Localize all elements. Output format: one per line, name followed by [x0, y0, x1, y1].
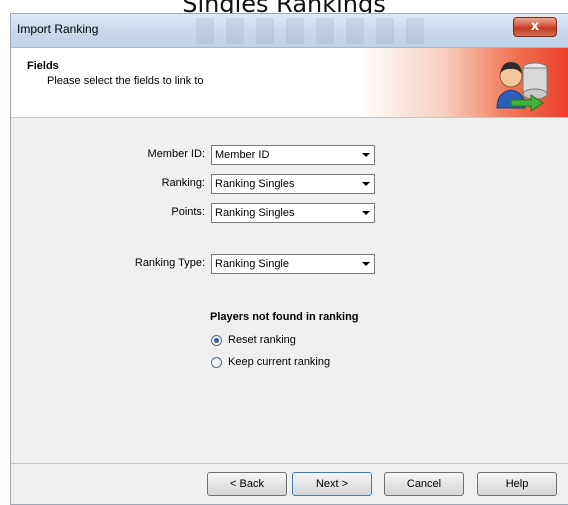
- ranking-value: Ranking Singles: [215, 178, 295, 190]
- close-icon: x: [530, 19, 540, 34]
- title-bar-background-ghost: [196, 18, 426, 44]
- reset-ranking-label: Reset ranking: [228, 334, 296, 346]
- keep-current-ranking-radio[interactable]: [211, 357, 222, 368]
- chevron-down-icon: [362, 153, 370, 157]
- ranking-type-value: Ranking Single: [215, 258, 289, 270]
- chevron-down-icon: [362, 262, 370, 266]
- member-id-dropdown[interactable]: Member ID: [211, 145, 375, 165]
- ranking-dropdown[interactable]: Ranking Singles: [211, 174, 375, 194]
- title-bar[interactable]: Import Ranking x: [11, 14, 568, 48]
- points-dropdown[interactable]: Ranking Singles: [211, 203, 375, 223]
- next-button[interactable]: Next >: [292, 472, 372, 496]
- member-id-value: Member ID: [215, 149, 270, 161]
- import-ranking-dialog: Import Ranking x Fields Please select th…: [10, 13, 568, 505]
- chevron-down-icon: [362, 182, 370, 186]
- ranking-type-label: Ranking Type:: [134, 257, 205, 269]
- points-value: Ranking Singles: [215, 207, 295, 219]
- window-title: Import Ranking: [17, 22, 99, 36]
- keep-current-ranking-label: Keep current ranking: [228, 356, 331, 368]
- cancel-button[interactable]: Cancel: [384, 472, 464, 496]
- chevron-down-icon: [362, 211, 370, 215]
- member-id-label: Member ID:: [147, 148, 205, 160]
- players-not-found-heading: Players not found in ranking: [210, 311, 359, 323]
- reset-ranking-radio[interactable]: [211, 335, 222, 346]
- header-subtitle: Please select the fields to link to: [47, 75, 204, 87]
- wizard-header: Fields Please select the fields to link …: [11, 48, 568, 118]
- close-button[interactable]: x: [513, 17, 557, 37]
- header-title: Fields: [27, 60, 59, 72]
- footer-divider: [11, 463, 568, 464]
- user-database-import-icon: [496, 62, 548, 112]
- help-button[interactable]: Help: [477, 472, 557, 496]
- ranking-type-dropdown[interactable]: Ranking Single: [211, 254, 375, 274]
- back-button[interactable]: < Back: [207, 472, 287, 496]
- ranking-label: Ranking:: [161, 177, 205, 189]
- points-label: Points:: [171, 206, 205, 218]
